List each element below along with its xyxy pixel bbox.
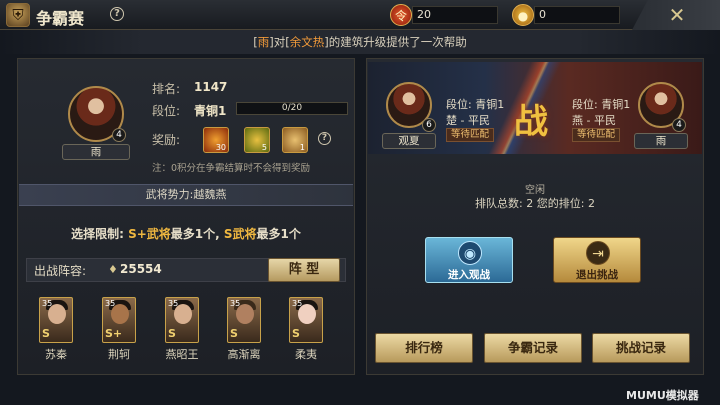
notice-bar: [雨]对[余文热]的建筑升级提供了一次帮助: [0, 30, 720, 54]
rank-label: 排名:: [152, 82, 181, 96]
reward-help-icon[interactable]: ?: [318, 132, 331, 145]
hero-card[interactable]: 35 S+: [102, 297, 136, 343]
watch-button[interactable]: ◉ 进入观战: [425, 237, 513, 283]
tier-value: 青铜1: [194, 104, 227, 118]
player-wait-tag: 等待匹配: [572, 128, 621, 142]
selection-limit: 选择限制: S+武将最多1个, S武将最多1个: [71, 227, 301, 241]
watch-label: 进入观战: [448, 269, 490, 281]
power-icon: ♦: [108, 263, 118, 276]
reward-item-1[interactable]: 30: [203, 127, 229, 153]
close-icon[interactable]: ✕: [664, 3, 690, 27]
opponent-tier: 段位: 青铜1: [446, 98, 505, 111]
faction-bar: 武将势力:越魏燕: [19, 184, 353, 206]
tier-label: 段位:: [152, 104, 181, 118]
hero-card[interactable]: 35 S: [289, 297, 323, 343]
player-name: 雨: [62, 144, 130, 160]
coin-icon: ●: [512, 4, 534, 26]
notice-player1: 雨: [257, 35, 270, 49]
reward-item-3[interactable]: 1: [282, 127, 308, 153]
reward-note: 注：0积分在争霸结算时不会得到奖励: [152, 163, 311, 174]
challenge-record-button[interactable]: 挑战记录: [592, 333, 690, 363]
tier-progress-bar: 0/20: [236, 102, 348, 115]
hero-card[interactable]: 35 S: [165, 297, 199, 343]
queue-info: 排队总数: 2 您的排位: 2: [475, 197, 595, 210]
opponent-level: 6: [422, 118, 436, 132]
exit-label: 退出挑战: [576, 269, 618, 281]
player-level-right: 4: [672, 118, 686, 132]
vs-icon: 战: [514, 102, 548, 142]
hero-card[interactable]: 35 S: [39, 297, 73, 343]
opponent-name: 观夏: [382, 133, 436, 149]
queue-status: 空闲: [525, 185, 545, 196]
eye-icon: ◉: [458, 241, 482, 265]
opponent-faction: 楚 - 平民: [446, 114, 490, 127]
leaderboard-button[interactable]: 排行榜: [375, 333, 473, 363]
resource2-value: 0: [534, 6, 620, 24]
reward-label: 奖励:: [152, 133, 181, 147]
help-icon[interactable]: ?: [110, 7, 124, 21]
hero-name: 柔夷: [295, 348, 317, 361]
player-faction-right: 燕 - 平民: [572, 114, 616, 127]
opponent-wait-tag: 等待匹配: [446, 128, 495, 142]
notice-player2: 余文热: [289, 35, 325, 49]
reward-item-2[interactable]: 5: [244, 127, 270, 153]
exit-icon: ⇥: [586, 241, 610, 265]
hero-name: 荆轲: [108, 348, 130, 361]
player-name-right: 雨: [634, 133, 688, 149]
hero-card[interactable]: 35 S: [227, 297, 261, 343]
hero-name: 燕昭王: [165, 348, 199, 361]
battle-record-button[interactable]: 争霸记录: [484, 333, 582, 363]
exit-challenge-button[interactable]: ⇥ 退出挑战: [553, 237, 641, 283]
resource1-value: 20: [412, 6, 498, 24]
player-tier-right: 段位: 青铜1: [572, 98, 631, 111]
page-title: 争霸赛: [36, 9, 85, 28]
hero-name: 苏秦: [45, 348, 67, 361]
rank-value: 1147: [194, 80, 228, 94]
lineup-label: 出战阵容:: [34, 264, 87, 278]
hero-name: 高渐离: [227, 348, 261, 361]
emulator-watermark: MUMU模拟器: [626, 389, 699, 402]
token-icon: 令: [390, 4, 412, 26]
formation-button[interactable]: 阵 型: [268, 258, 340, 282]
player-level: 4: [112, 128, 126, 142]
helmet-icon: ⛨: [6, 3, 30, 27]
power-value: 25554: [120, 262, 162, 276]
